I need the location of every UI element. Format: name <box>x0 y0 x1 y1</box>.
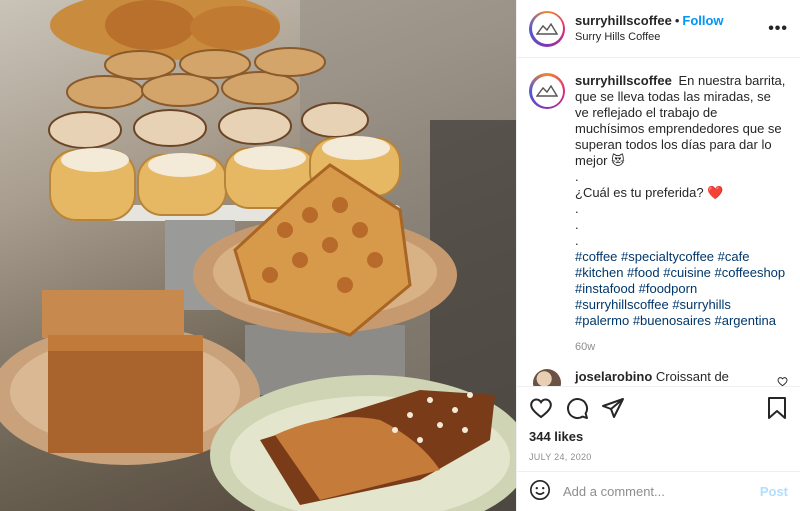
caption-dot: . <box>575 233 579 248</box>
add-comment-bar: Post <box>517 471 800 511</box>
coffee-shop-logo-icon <box>531 75 563 107</box>
hashtag-link[interactable]: #foodporn <box>639 281 698 296</box>
follow-button[interactable]: Follow <box>682 13 723 28</box>
comment-body: joselarobino Croissant de almendras, sie… <box>575 369 755 386</box>
caption-username[interactable]: surryhillscoffee <box>575 73 672 88</box>
hashtag-link[interactable]: #instafood <box>575 281 635 296</box>
coffee-shop-logo-icon <box>531 13 563 44</box>
pastry-display-illustration <box>0 0 516 511</box>
comments-panel[interactable]: surryhillscoffee En nuestra barrita, que… <box>517 59 800 386</box>
instagram-post-modal: surryhillscoffee • Follow Surry Hills Coff… <box>0 0 800 511</box>
likes-count[interactable]: 344 likes <box>529 429 788 444</box>
bookmark-icon[interactable] <box>766 396 788 420</box>
caption-dot: . <box>575 217 579 232</box>
header-separator: • <box>674 12 680 28</box>
share-icon[interactable] <box>601 396 625 420</box>
post-photo[interactable] <box>0 0 516 511</box>
hashtag-link[interactable]: #surryhills <box>672 297 731 312</box>
action-icons <box>529 395 788 421</box>
comment-input[interactable] <box>563 484 760 499</box>
post-date[interactable]: JULY 24, 2020 <box>529 452 788 462</box>
commenter-avatar[interactable] <box>533 369 561 386</box>
caption-avatar[interactable] <box>529 73 565 109</box>
caption-question: ¿Cuál es tu preferida? ❤️ <box>575 185 724 200</box>
comment-like-heart-icon[interactable] <box>777 375 788 386</box>
heart-icon[interactable] <box>529 396 553 420</box>
post-header: surryhillscoffee • Follow Surry Hills Coff… <box>517 0 800 58</box>
comment-icon[interactable] <box>565 396 589 420</box>
hashtag-list: #coffee #specialtycoffee #cafe #kitchen … <box>575 249 788 329</box>
comment-username[interactable]: joselarobino <box>575 369 652 384</box>
hashtag-link[interactable]: #surryhillscoffee <box>575 297 669 312</box>
header-text: surryhillscoffee • Follow Surry Hills Coff… <box>575 13 768 45</box>
hashtag-link[interactable]: #argentina <box>715 313 776 328</box>
caption: surryhillscoffee En nuestra barrita, que… <box>529 73 788 355</box>
caption-dot: . <box>575 169 579 184</box>
hashtag-link[interactable]: #specialtycoffee <box>621 249 714 264</box>
hashtag-link[interactable]: #cafe <box>718 249 750 264</box>
hashtag-link[interactable]: #food <box>627 265 660 280</box>
comment-item: joselarobino Croissant de almendras, sie… <box>529 369 788 386</box>
more-horizontal-icon[interactable]: ••• <box>768 20 788 38</box>
hashtag-link[interactable]: #coffee <box>575 249 617 264</box>
hashtag-link[interactable]: #buenosaires <box>633 313 711 328</box>
location-link[interactable]: Surry Hills Coffee <box>575 29 768 45</box>
post-button[interactable]: Post <box>760 484 788 499</box>
post-sidebar: surryhillscoffee • Follow Surry Hills Coff… <box>516 0 800 511</box>
caption-age[interactable]: 60w <box>575 339 788 355</box>
post-actions: 344 likes JULY 24, 2020 <box>517 386 800 462</box>
caption-dot: . <box>575 201 579 216</box>
hashtag-link[interactable]: #palermo <box>575 313 629 328</box>
hashtag-link[interactable]: #cuisine <box>663 265 711 280</box>
caption-text: surryhillscoffee En nuestra barrita, que… <box>575 73 788 355</box>
profile-avatar[interactable] <box>529 10 565 47</box>
hashtag-link[interactable]: #coffeeshop <box>715 265 786 280</box>
emoji-icon[interactable] <box>529 479 551 504</box>
hashtag-link[interactable]: #kitchen <box>575 265 623 280</box>
header-username[interactable]: surryhillscoffee <box>575 13 672 28</box>
